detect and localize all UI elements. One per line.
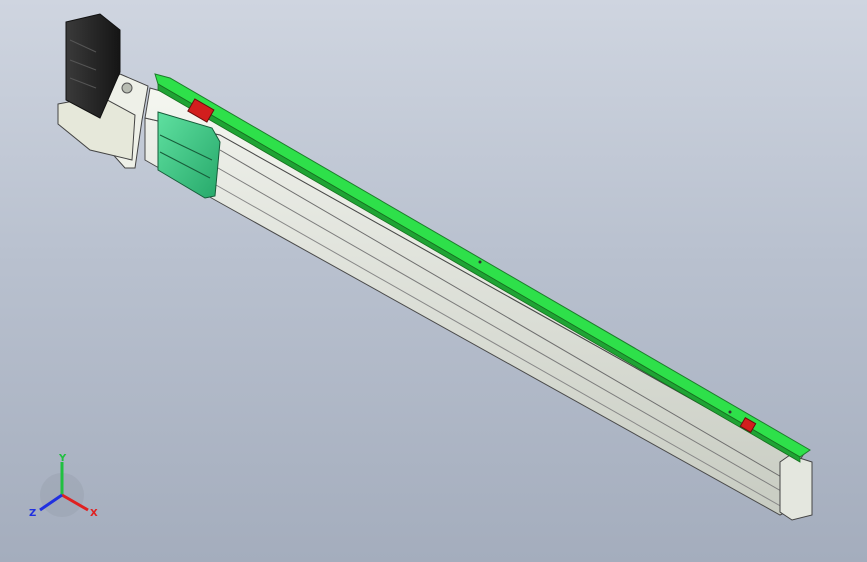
3d-viewport[interactable]: Y X Z (0, 0, 867, 562)
linear-module-body (144, 87, 813, 521)
rail-screw (478, 260, 482, 264)
axis-triad[interactable]: Y X Z (29, 453, 98, 519)
rail-screw (728, 410, 732, 414)
x-axis-label: X (90, 508, 98, 519)
cad-model-view[interactable]: Y X Z (0, 0, 867, 562)
guide-rail (154, 73, 811, 463)
z-axis-label: Z (29, 508, 36, 519)
y-axis-label: Y (58, 453, 67, 464)
